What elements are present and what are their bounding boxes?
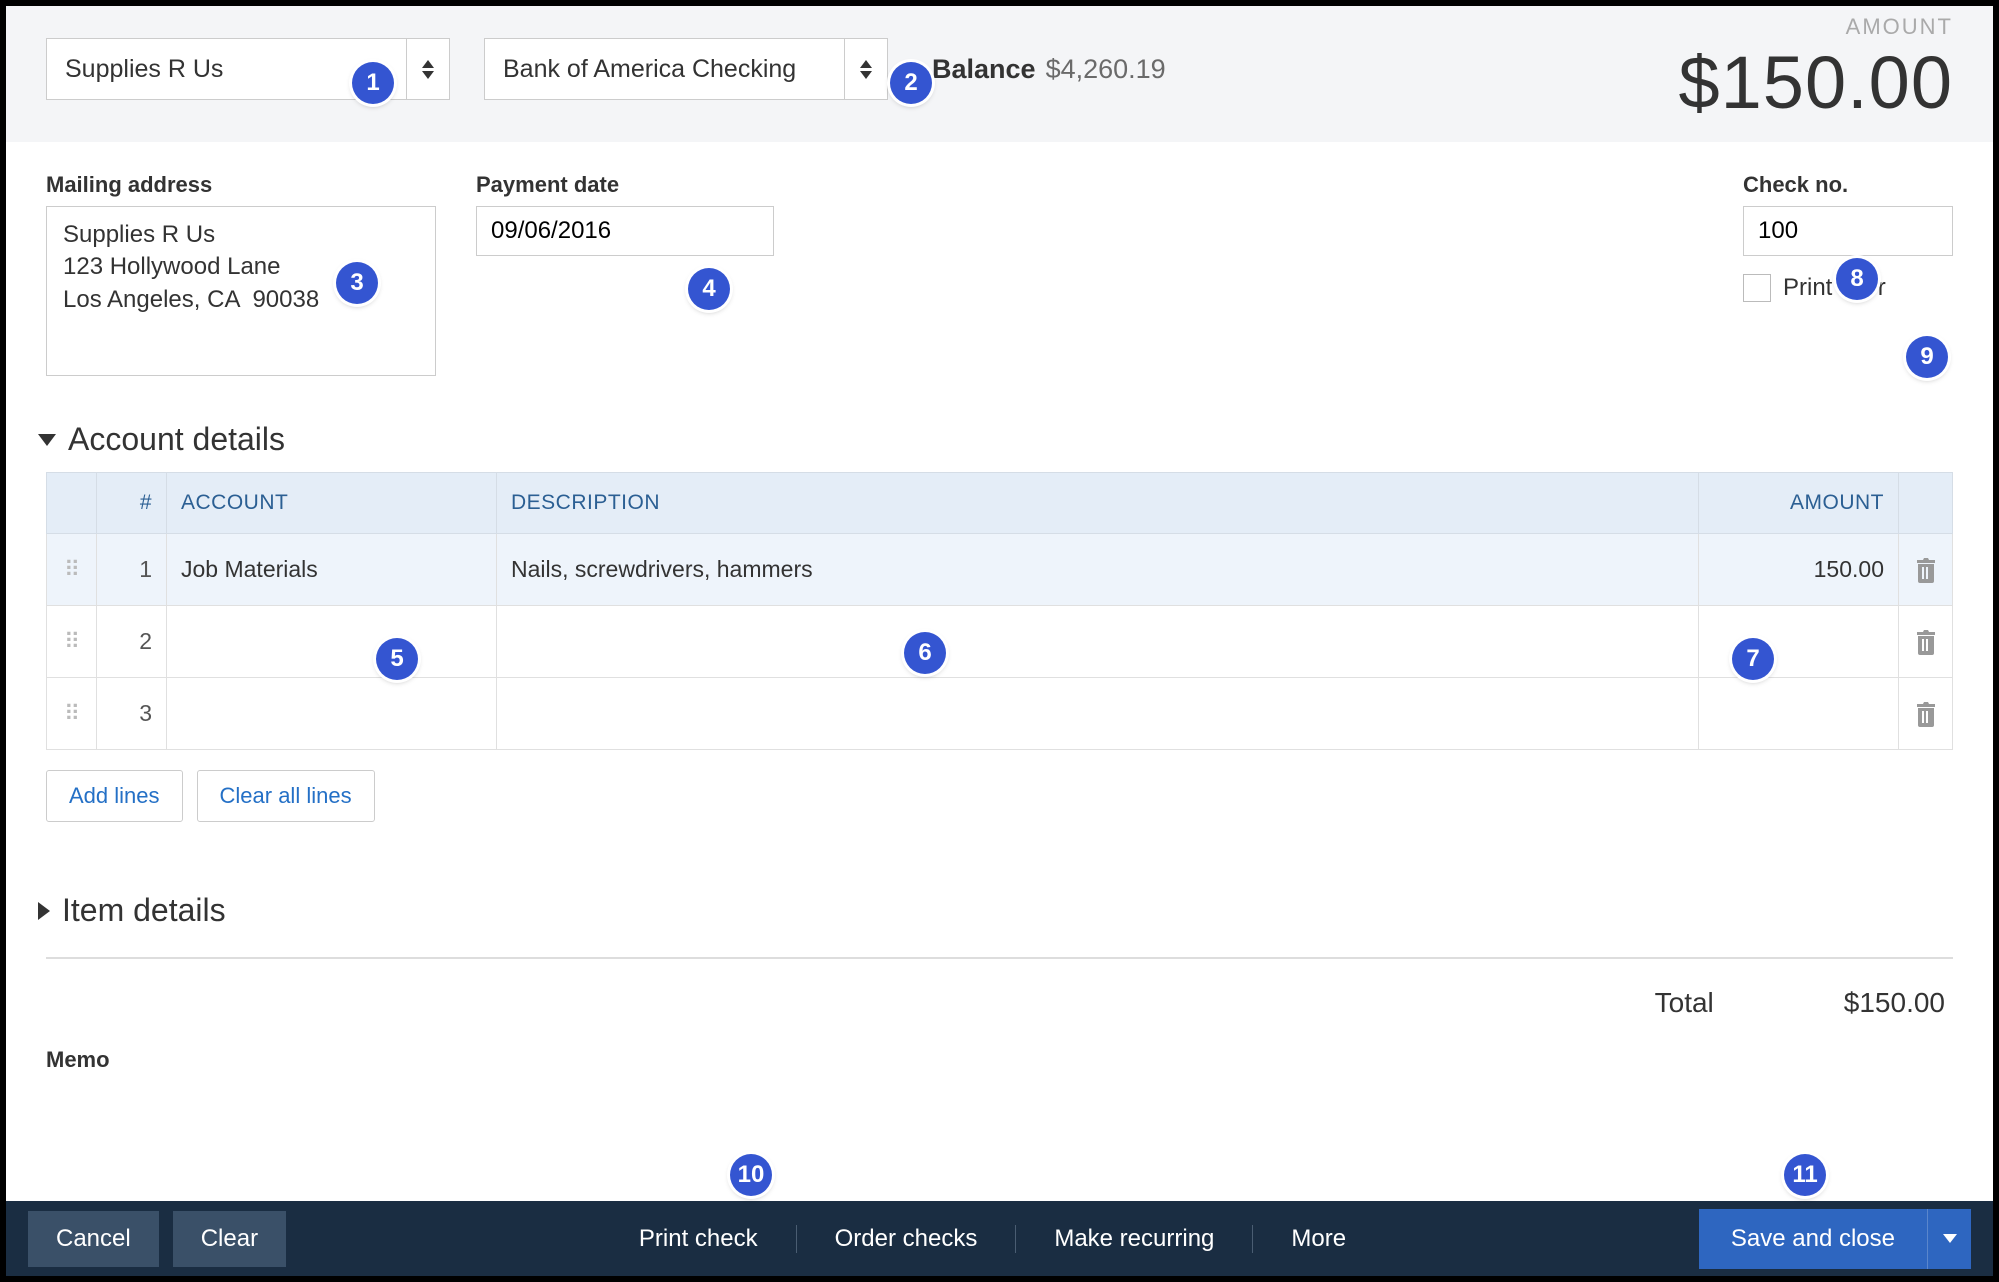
- print-check-link[interactable]: Print check: [601, 1225, 797, 1253]
- caret-up-icon: [860, 60, 872, 68]
- mailing-address-input[interactable]: [46, 206, 436, 376]
- drag-handle-icon[interactable]: ⠿: [47, 534, 97, 606]
- bank-account-dropdown[interactable]: Bank of America Checking: [484, 38, 888, 100]
- balance-value: $4,260.19: [1046, 54, 1166, 85]
- bank-account-value[interactable]: Bank of America Checking: [484, 38, 844, 100]
- account-details-title: Account details: [68, 421, 285, 458]
- amount-display: AMOUNT $150.00: [1679, 14, 1954, 125]
- col-handle: [47, 473, 97, 534]
- trash-icon[interactable]: [1913, 556, 1938, 584]
- table-row[interactable]: ⠿ 3: [47, 678, 1953, 750]
- table-header-row: # ACCOUNT DESCRIPTION AMOUNT: [47, 473, 1953, 534]
- payment-date-label: Payment date: [476, 172, 774, 198]
- row-number: 1: [97, 534, 167, 606]
- account-details-table: # ACCOUNT DESCRIPTION AMOUNT ⠿ 1 Job Mat…: [46, 472, 1953, 750]
- add-lines-button[interactable]: Add lines: [46, 770, 183, 822]
- payment-date-group: Payment date: [476, 172, 774, 381]
- row-amount[interactable]: [1699, 678, 1899, 750]
- row-description[interactable]: [497, 606, 1699, 678]
- more-link[interactable]: More: [1253, 1225, 1384, 1253]
- clear-button[interactable]: Clear: [173, 1211, 286, 1267]
- row-delete[interactable]: [1899, 534, 1953, 606]
- row-description[interactable]: [497, 678, 1699, 750]
- total-value: $150.00: [1844, 987, 1945, 1019]
- save-and-close-button[interactable]: Save and close: [1699, 1209, 1927, 1269]
- row-account[interactable]: Job Materials: [167, 534, 497, 606]
- cancel-button[interactable]: Cancel: [28, 1211, 159, 1267]
- print-later-checkbox[interactable]: [1743, 274, 1771, 302]
- clear-all-lines-button[interactable]: Clear all lines: [197, 770, 375, 822]
- row-description[interactable]: Nails, screwdrivers, hammers: [497, 534, 1699, 606]
- line-buttons: Add lines Clear all lines: [6, 750, 1993, 822]
- annotation-badge: 11: [1784, 1154, 1826, 1196]
- top-bar: Supplies R Us Bank of America Checking B…: [6, 6, 1993, 142]
- payee-dropdown[interactable]: Supplies R Us: [46, 38, 450, 100]
- chevron-down-icon: [38, 434, 56, 446]
- mailing-address-label: Mailing address: [46, 172, 436, 198]
- payee-value[interactable]: Supplies R Us: [46, 38, 406, 100]
- account-details-table-wrap: # ACCOUNT DESCRIPTION AMOUNT ⠿ 1 Job Mat…: [6, 472, 1993, 750]
- payee-dropdown-toggle[interactable]: [406, 38, 450, 100]
- col-delete: [1899, 473, 1953, 534]
- row-number: 2: [97, 606, 167, 678]
- col-description: DESCRIPTION: [497, 473, 1699, 534]
- row-delete[interactable]: [1899, 606, 1953, 678]
- drag-handle-icon[interactable]: ⠿: [47, 606, 97, 678]
- col-amount: AMOUNT: [1699, 473, 1899, 534]
- print-later-row: Print later: [1743, 274, 1953, 302]
- save-dropdown-toggle[interactable]: [1927, 1209, 1971, 1269]
- item-details-toggle[interactable]: Item details: [6, 822, 1993, 943]
- row-account[interactable]: [167, 678, 497, 750]
- print-later-label: Print later: [1783, 274, 1886, 302]
- trash-icon[interactable]: [1913, 628, 1938, 656]
- table-row[interactable]: ⠿ 2: [47, 606, 1953, 678]
- total-row: Total $150.00: [6, 959, 1993, 1019]
- amount-label: AMOUNT: [1679, 14, 1954, 40]
- chevron-right-icon: [38, 902, 50, 920]
- col-number: #: [97, 473, 167, 534]
- check-number-label: Check no.: [1743, 172, 1953, 198]
- total-label: Total: [1655, 987, 1714, 1019]
- trash-icon[interactable]: [1913, 700, 1938, 728]
- row-amount[interactable]: 150.00: [1699, 534, 1899, 606]
- caret-up-icon: [422, 60, 434, 68]
- amount-value: $150.00: [1679, 40, 1954, 125]
- caret-down-icon: [1943, 1234, 1957, 1243]
- caret-down-icon: [422, 71, 434, 79]
- check-number-input[interactable]: [1743, 206, 1953, 256]
- payment-date-input[interactable]: [476, 206, 774, 256]
- row-number: 3: [97, 678, 167, 750]
- check-number-group: Check no. Print later: [1743, 172, 1953, 302]
- footer-bar: Cancel Clear Print check Order checks Ma…: [6, 1201, 1993, 1276]
- annotation-badge: 10: [730, 1154, 772, 1196]
- row-delete[interactable]: [1899, 678, 1953, 750]
- col-account: ACCOUNT: [167, 473, 497, 534]
- form-section: Mailing address Payment date Check no. P…: [6, 142, 1993, 381]
- memo-section: Memo: [6, 1019, 1993, 1073]
- account-details-toggle[interactable]: Account details: [6, 381, 1993, 472]
- caret-down-icon: [860, 71, 872, 79]
- item-details-title: Item details: [62, 892, 226, 929]
- drag-handle-icon[interactable]: ⠿: [47, 678, 97, 750]
- row-amount[interactable]: [1699, 606, 1899, 678]
- row-account[interactable]: [167, 606, 497, 678]
- balance-label: Balance: [932, 54, 1036, 85]
- memo-label: Memo: [46, 1047, 1953, 1073]
- table-row[interactable]: ⠿ 1 Job Materials Nails, screwdrivers, h…: [47, 534, 1953, 606]
- bank-account-dropdown-toggle[interactable]: [844, 38, 888, 100]
- mailing-address-group: Mailing address: [46, 172, 436, 381]
- make-recurring-link[interactable]: Make recurring: [1016, 1225, 1253, 1253]
- order-checks-link[interactable]: Order checks: [797, 1225, 1017, 1253]
